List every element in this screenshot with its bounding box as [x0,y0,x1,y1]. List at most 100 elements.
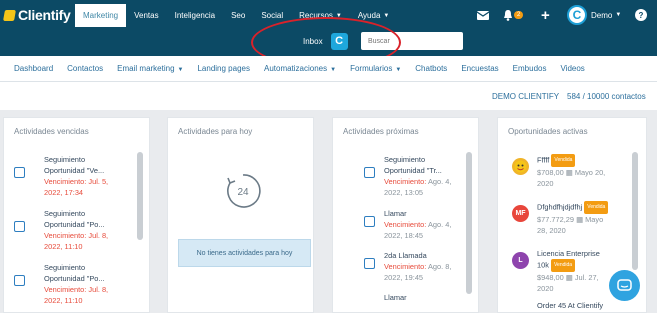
activity-subtitle: Oportunidad "Po... [44,220,105,229]
subnav-label: Landing pages [197,64,250,73]
subnav-landing-pages[interactable]: Landing pages [197,64,250,73]
calendar-icon: ▦ [576,215,584,224]
activity-checkbox[interactable] [14,167,25,178]
panel-title: Actividades vencidas [14,127,89,136]
subnav-formularios[interactable]: Formularios ▼ [350,64,401,73]
panel-actividades-proximas: Actividades próximas Seguimiento Oportuni… [332,117,479,313]
activity-title: Seguimiento [384,155,426,164]
activity-checkbox[interactable] [364,258,375,269]
calendar-icon: ▦ [565,273,573,282]
opportunity-amount: $948,00 [537,273,564,282]
subnav-label: Automatizaciones [263,64,328,73]
due-date: Jul. 5, [88,177,109,186]
contact-count[interactable]: 584 / 10000 contactos [567,92,646,101]
subnav-encuestas[interactable]: Encuestas [461,64,498,73]
menu-item-marketing[interactable]: Marketing [75,4,127,27]
due-time: 2022, 17:34 [44,188,84,197]
subnav-label: Videos [560,64,585,73]
chevron-down-icon: ▼ [395,67,402,73]
menu-item-inteligencia[interactable]: Inteligencia [167,4,223,27]
subnav-automatizaciones[interactable]: Automatizaciones ▼ [264,64,336,73]
logo-text: Clientify [18,7,71,23]
chat-bubble-icon [617,278,632,291]
due-label: Vencimiento: [384,220,427,229]
chevron-down-icon: ▼ [177,67,184,73]
opportunity-name: Fffff [537,155,550,165]
avatar: C [567,5,587,25]
add-icon[interactable]: + [541,5,550,25]
status-badge: Vendida [584,201,609,214]
marketing-subnav: Dashboard Contactos Email marketing ▼ Lan… [0,56,657,82]
chevron-down-icon: ▼ [383,12,390,19]
notification-badge: 2 [514,11,524,19]
chat-widget-button[interactable] [609,270,640,301]
emoji-avatar-icon [514,160,527,173]
due-time: 2022, 11:10 [44,242,83,251]
subnav-contactos[interactable]: Contactos [67,64,103,73]
clientify-logo[interactable]: Clientify [3,7,71,23]
status-badge: Vendida [550,259,576,272]
panel-title: Oportunidades activas [508,127,588,136]
user-name: Demo [591,10,613,20]
opportunity-amount: $708,00 [537,168,564,177]
due-date: Ago. 4, [427,177,452,186]
user-menu[interactable]: C Demo ▼ [567,5,621,25]
activity-checkbox[interactable] [14,275,25,286]
menu-item-ventas[interactable]: Ventas [126,4,166,27]
company-name[interactable]: DEMO CLIENTIFY [492,92,559,101]
due-label: Vencimiento: [44,177,87,186]
due-label: Vencimiento: [44,285,87,294]
status-badge: Vendida [551,154,576,167]
panel-title: Actividades para hoy [178,127,253,136]
due-date: Jul. 8, [88,285,109,294]
scrollbar[interactable] [632,152,638,270]
menu-label: Ventas [134,11,159,20]
subnav-chatbots[interactable]: Chatbots [415,64,447,73]
panel-actividades-vencidas: Actividades vencidas Seguimiento Oportuni… [3,117,150,313]
activity-title: Llamar [384,293,407,302]
menu-label: Seo [231,11,246,20]
scrollbar[interactable] [137,152,143,240]
subnav-label: Formularios [350,64,393,73]
due-time: 2022, 13:05 [384,188,424,197]
help-button[interactable]: ? [635,5,647,25]
activity-subtitle: Oportunidad "Tr... [384,166,442,175]
activity-checkbox[interactable] [364,167,375,178]
chevron-down-icon: ▼ [615,12,622,18]
subnav-label: Contactos [67,64,104,73]
scrollbar[interactable] [466,152,472,294]
activity-checkbox[interactable] [14,221,25,232]
opportunity-date-year: 2020 [537,179,554,188]
subnav-videos[interactable]: Videos [560,64,584,73]
activity-title: Llamar [384,209,407,218]
opportunity-name: Licencia Enterprise [537,249,600,258]
subnav-label: Chatbots [415,64,448,73]
opportunity-amount: $77.772,29 [537,215,574,224]
opportunity-date: Mayo 20, [574,168,606,177]
menu-label: Marketing [83,11,119,20]
subnav-email-marketing[interactable]: Email marketing ▼ [117,64,183,73]
subnav-dashboard[interactable]: Dashboard [14,64,53,73]
calendar-icon: ▦ [565,168,573,177]
subnav-label: Encuestas [461,64,499,73]
due-label: Vencimiento: [384,177,427,186]
due-date: Ago. 4, [427,220,452,229]
activity-subtitle: Oportunidad "Po... [44,274,105,283]
activity-title: Seguimiento [44,263,86,272]
activity-title: 2da Llamada [384,251,427,260]
due-label: Vencimiento: [44,231,87,240]
avatar: L [512,252,529,269]
menu-item-seo[interactable]: Seo [223,4,253,27]
notifications-button[interactable]: 2 [503,5,524,25]
activity-checkbox[interactable] [364,216,375,227]
envelope-icon[interactable] [477,5,490,25]
opportunity-date: Jul. 27, [574,273,599,282]
due-date: Jul. 8, [88,231,109,240]
subnav-label: Email marketing [117,64,175,73]
due-label: Vencimiento: [384,262,427,271]
due-time: 2022, 19:45 [384,273,424,282]
avatar [512,158,529,175]
activity-title: Seguimiento [44,209,86,218]
subnav-embudos[interactable]: Embudos [513,64,547,73]
opportunity-date: Mayo [585,215,604,224]
